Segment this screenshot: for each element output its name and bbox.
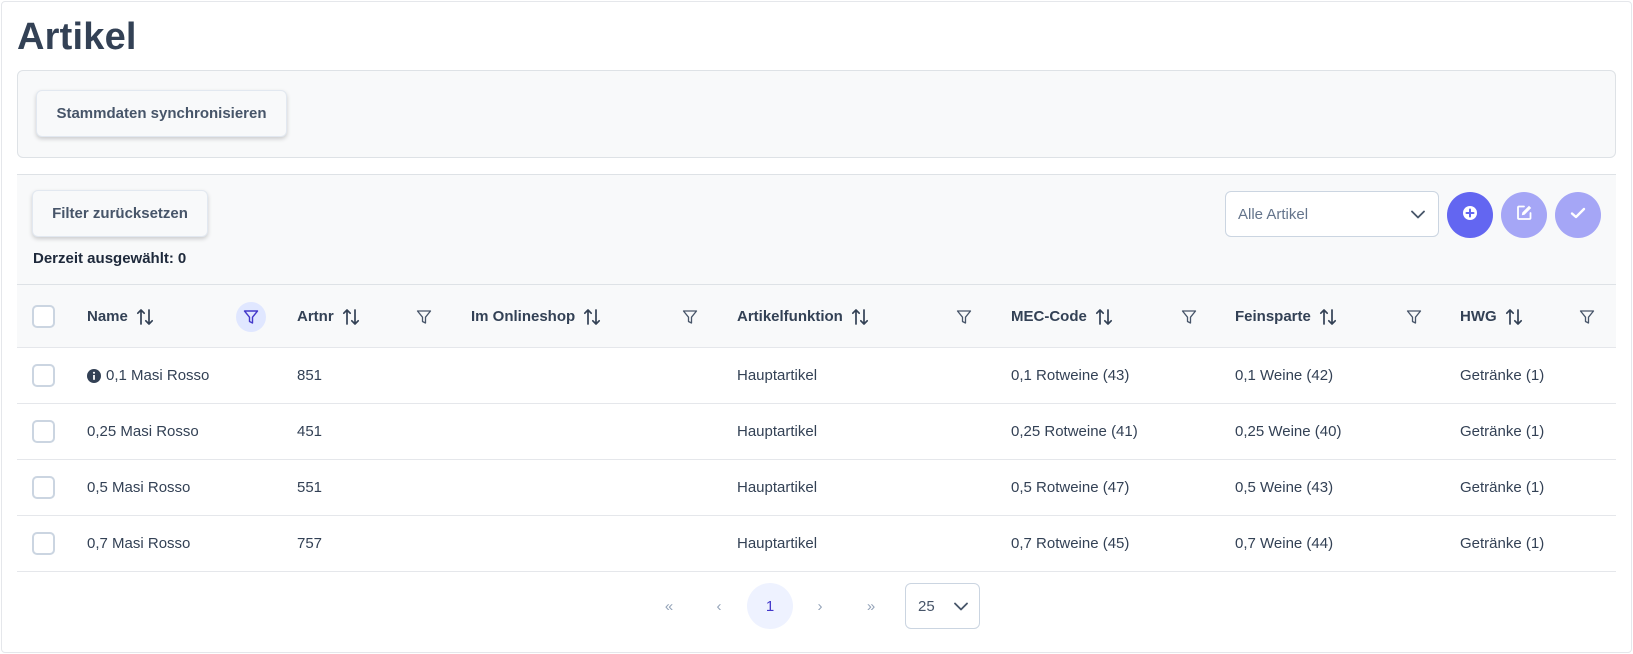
selection-counter: Derzeit ausgewählt: 0 bbox=[33, 250, 186, 267]
filter-icon[interactable] bbox=[409, 302, 439, 332]
cell-artnr: 551 bbox=[297, 479, 323, 496]
cell-name: 0,7 Masi Rosso bbox=[87, 535, 191, 552]
selection-counter-value: 0 bbox=[177, 250, 187, 267]
last-page-button[interactable]: » bbox=[848, 583, 894, 629]
table-row[interactable]: 0,1 Masi Rosso 851 Hauptartikel 0,1 Rotw… bbox=[17, 348, 1616, 404]
column-header-artnr-label: Artnr bbox=[297, 308, 334, 325]
column-header-onlineshop[interactable]: Im Onlineshop bbox=[471, 285, 601, 348]
sort-icon[interactable] bbox=[136, 308, 154, 326]
row-checkbox[interactable] bbox=[32, 364, 55, 387]
check-icon bbox=[1570, 206, 1586, 224]
column-header-name-label: Name bbox=[87, 308, 128, 325]
cell-feinsparte: 0,7 Weine (44) bbox=[1235, 535, 1334, 552]
page-size-select[interactable]: 25 bbox=[905, 583, 980, 629]
article-view-select[interactable]: Alle Artikel bbox=[1225, 191, 1439, 237]
cell-artikelfunktion: Hauptartikel bbox=[737, 423, 818, 440]
article-view-select-value: Alle Artikel bbox=[1238, 205, 1309, 223]
select-all-checkbox[interactable] bbox=[32, 305, 55, 328]
column-header-hwg[interactable]: HWG bbox=[1460, 285, 1523, 348]
cell-name: 0,1 Masi Rosso bbox=[87, 348, 209, 403]
column-header-name[interactable]: Name bbox=[87, 285, 154, 348]
edit-icon bbox=[1516, 204, 1533, 226]
filter-icon[interactable] bbox=[1572, 302, 1602, 332]
sort-icon[interactable] bbox=[1319, 308, 1337, 326]
table-row[interactable]: 0,7 Masi Rosso 757 Hauptartikel 0,7 Rotw… bbox=[17, 516, 1616, 572]
sort-icon[interactable] bbox=[851, 308, 869, 326]
cell-hwg: Getränke (1) bbox=[1460, 423, 1545, 440]
double-chevron-right-icon: » bbox=[866, 597, 876, 615]
cell-name-text: 0,1 Masi Rosso bbox=[106, 367, 210, 384]
sort-icon[interactable] bbox=[342, 308, 360, 326]
column-header-feinsparte-label: Feinsparte bbox=[1235, 308, 1311, 325]
cell-mec-code: 0,7 Rotweine (45) bbox=[1011, 535, 1130, 552]
confirm-button[interactable] bbox=[1555, 192, 1601, 238]
table-row[interactable]: 0,25 Masi Rosso 451 Hauptartikel 0,25 Ro… bbox=[17, 404, 1616, 460]
cell-hwg: Getränke (1) bbox=[1460, 367, 1545, 384]
filter-icon[interactable] bbox=[949, 302, 979, 332]
column-header-hwg-label: HWG bbox=[1460, 308, 1497, 325]
column-header-mec-code[interactable]: MEC-Code bbox=[1011, 285, 1113, 348]
chevron-down-icon bbox=[1398, 210, 1438, 219]
row-checkbox[interactable] bbox=[32, 420, 55, 443]
column-header-onlineshop-label: Im Onlineshop bbox=[471, 308, 576, 325]
first-page-button[interactable]: « bbox=[646, 583, 692, 629]
cell-name: 0,25 Masi Rosso bbox=[87, 423, 199, 440]
row-checkbox[interactable] bbox=[32, 532, 55, 555]
column-header-feinsparte[interactable]: Feinsparte bbox=[1235, 285, 1337, 348]
cell-artikelfunktion: Hauptartikel bbox=[737, 479, 818, 496]
page-button-current[interactable]: 1 bbox=[747, 583, 793, 629]
column-header-artnr[interactable]: Artnr bbox=[297, 285, 360, 348]
filter-icon[interactable] bbox=[1174, 302, 1204, 332]
sort-icon[interactable] bbox=[583, 308, 601, 326]
add-article-button[interactable] bbox=[1447, 192, 1493, 238]
cell-hwg: Getränke (1) bbox=[1460, 479, 1545, 496]
cell-artnr: 851 bbox=[297, 367, 323, 384]
cell-mec-code: 0,5 Rotweine (47) bbox=[1011, 479, 1130, 496]
sort-icon[interactable] bbox=[1095, 308, 1113, 326]
cell-artnr: 757 bbox=[297, 535, 323, 552]
cell-artikelfunktion: Hauptartikel bbox=[737, 535, 818, 552]
selection-counter-label: Derzeit ausgewählt: bbox=[33, 250, 174, 267]
chevron-left-icon: ‹ bbox=[716, 597, 722, 615]
next-page-button[interactable]: › bbox=[797, 583, 843, 629]
double-chevron-left-icon: « bbox=[664, 597, 674, 615]
sync-master-data-button[interactable]: Stammdaten synchronisieren bbox=[36, 90, 287, 137]
filter-icon[interactable] bbox=[236, 302, 266, 332]
row-checkbox[interactable] bbox=[32, 476, 55, 499]
page-title: Artikel bbox=[17, 16, 137, 58]
prev-page-button[interactable]: ‹ bbox=[696, 583, 742, 629]
filter-icon[interactable] bbox=[1399, 302, 1429, 332]
table-header: Name Artnr Im Onlineshop Artikelfunktion… bbox=[17, 285, 1616, 348]
column-header-artikelfunktion[interactable]: Artikelfunktion bbox=[737, 285, 869, 348]
cell-hwg: Getränke (1) bbox=[1460, 535, 1545, 552]
cell-artikelfunktion: Hauptartikel bbox=[737, 367, 818, 384]
column-header-mec-code-label: MEC-Code bbox=[1011, 308, 1087, 325]
plus-circle-icon bbox=[1462, 205, 1478, 226]
filter-icon[interactable] bbox=[675, 302, 705, 332]
page-size-value: 25 bbox=[918, 597, 935, 615]
chevron-down-icon bbox=[943, 602, 979, 611]
table-row[interactable]: 0,5 Masi Rosso 551 Hauptartikel 0,5 Rotw… bbox=[17, 460, 1616, 516]
sort-icon[interactable] bbox=[1505, 308, 1523, 326]
cell-feinsparte: 0,5 Weine (43) bbox=[1235, 479, 1334, 496]
cell-name: 0,5 Masi Rosso bbox=[87, 479, 191, 496]
edit-article-button[interactable] bbox=[1501, 192, 1547, 238]
chevron-right-icon: › bbox=[817, 597, 823, 615]
cell-mec-code: 0,25 Rotweine (41) bbox=[1011, 423, 1138, 440]
cell-artnr: 451 bbox=[297, 423, 323, 440]
cell-feinsparte: 0,25 Weine (40) bbox=[1235, 423, 1342, 440]
cell-feinsparte: 0,1 Weine (42) bbox=[1235, 367, 1334, 384]
reset-filter-button[interactable]: Filter zurücksetzen bbox=[32, 190, 208, 237]
cell-mec-code: 0,1 Rotweine (43) bbox=[1011, 367, 1130, 384]
column-header-artikelfunktion-label: Artikelfunktion bbox=[737, 308, 843, 325]
info-icon[interactable] bbox=[87, 368, 101, 383]
